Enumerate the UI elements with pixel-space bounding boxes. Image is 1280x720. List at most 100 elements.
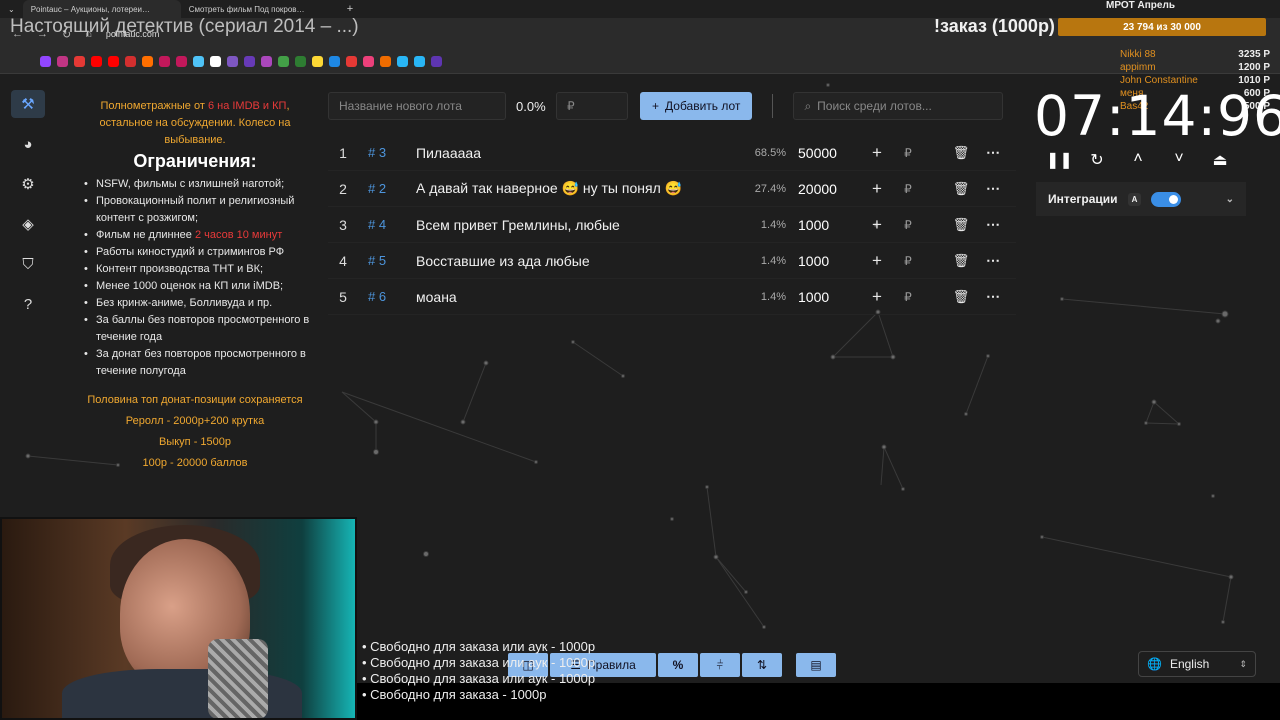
lot-name[interactable]: Пилааааа — [416, 145, 716, 161]
trash-icon[interactable]: 🗑 — [944, 217, 978, 233]
rule-item: Провокационный полит и религиозный конте… — [82, 193, 310, 227]
tab-title: Pointauc – Аукционы, лотереи… — [30, 4, 151, 14]
bookmark-icon[interactable] — [261, 56, 272, 67]
ruble-input-icon[interactable]: ₽ — [890, 290, 926, 304]
twitch-bookmark-icon[interactable] — [40, 56, 51, 67]
bookmark-icon[interactable] — [125, 56, 136, 67]
split-icon[interactable]: ⫩ — [700, 653, 740, 677]
lot-fast-id[interactable]: # 5 — [358, 253, 416, 268]
bookmark-icon[interactable] — [312, 56, 323, 67]
lot-name-input[interactable]: Название нового лота — [328, 92, 506, 120]
lot-name[interactable]: Восставшие из ада любые — [416, 253, 716, 269]
add-amount-icon[interactable]: + — [864, 179, 890, 199]
auction-timer: 07:14:96 — [1034, 84, 1280, 148]
collapse-icon[interactable]: ⏏ — [1210, 150, 1230, 170]
gavel-icon[interactable]: ⚒ — [11, 90, 45, 118]
lot-name[interactable]: А давай так наверное 😅 ну ты понял 😅 — [416, 180, 716, 197]
more-icon[interactable]: ⋯ — [978, 216, 1008, 233]
trash-icon[interactable]: 🗑 — [944, 289, 978, 305]
chevron-down-icon[interactable]: ˅ — [1169, 150, 1189, 170]
free-slots-list: • Свободно для заказа или аук - 1000р • … — [362, 639, 595, 703]
ruble-input-icon[interactable]: ₽ — [890, 218, 926, 232]
help-icon[interactable]: ? — [11, 290, 45, 318]
lot-fast-id[interactable]: # 2 — [358, 181, 416, 196]
lot-amount[interactable]: 1000 — [786, 253, 864, 269]
lot-amount-input[interactable]: ₽ — [556, 92, 628, 120]
sort-icon[interactable]: ⇅ — [742, 653, 782, 677]
bookmark-icon[interactable] — [210, 56, 221, 67]
lot-name[interactable]: моана — [416, 289, 716, 305]
lot-row: 1 # 3 Пилааааа 68.5% 50000 + ₽ 🗑 ⋯ — [328, 135, 1016, 171]
telegram-bookmark-icon[interactable] — [414, 56, 425, 67]
lot-fast-id[interactable]: # 6 — [358, 289, 416, 304]
bookmark-icon[interactable] — [227, 56, 238, 67]
ruble-input-icon[interactable]: ₽ — [890, 254, 926, 268]
integrations-panel[interactable]: Интеграции A ⌄ — [1036, 182, 1246, 216]
tab-title: Смотреть фильм Под покров… — [188, 4, 305, 14]
bookmark-icon[interactable] — [363, 56, 374, 67]
add-amount-icon[interactable]: + — [864, 251, 890, 271]
language-label: English — [1169, 657, 1210, 671]
more-icon[interactable]: ⋯ — [978, 252, 1008, 269]
percent-button[interactable]: % — [658, 653, 698, 677]
wheel-icon[interactable]: ◕ — [11, 130, 45, 158]
new-tab-button[interactable]: + — [339, 3, 361, 15]
trash-icon[interactable]: 🗑 — [944, 253, 978, 269]
bookmark-icon[interactable] — [74, 56, 85, 67]
add-amount-icon[interactable]: + — [864, 287, 890, 307]
lot-amount[interactable]: 1000 — [786, 217, 864, 233]
trash-icon[interactable]: 🗑 — [944, 145, 978, 161]
more-icon[interactable]: ⋯ — [978, 144, 1008, 161]
ruble-input-icon[interactable]: ₽ — [890, 182, 926, 196]
lot-amount[interactable]: 20000 — [786, 181, 864, 197]
add-amount-icon[interactable]: + — [864, 143, 890, 163]
rule-text: Фильм не длиннее — [96, 229, 195, 241]
youtube-bookmark-icon[interactable] — [91, 56, 102, 67]
bookmark-icon[interactable] — [176, 56, 187, 67]
bookmark-icon[interactable] — [142, 56, 153, 67]
lot-amount[interactable]: 50000 — [786, 145, 864, 161]
bookmark-icon[interactable] — [159, 56, 170, 67]
lot-amount[interactable]: 1000 — [786, 289, 864, 305]
search-icon: ⌕ — [804, 98, 812, 113]
ruble-input-icon[interactable]: ₽ — [890, 146, 926, 160]
rules-footer-line: Реролл - 2000р+200 крутка — [125, 415, 265, 427]
bookmark-icon[interactable] — [380, 56, 391, 67]
bookmark-icon[interactable] — [346, 56, 357, 67]
lot-fast-id[interactable]: # 4 — [358, 217, 416, 232]
lot-fast-id[interactable]: # 3 — [358, 145, 416, 160]
bookmark-icon[interactable] — [57, 56, 68, 67]
lot-name[interactable]: Всем привет Гремлины, любые — [416, 217, 716, 233]
timer-controls: ❚❚ ↻ ˄ ˅ ⏏ — [1046, 150, 1230, 170]
chevron-up-icon[interactable]: ˄ — [1128, 150, 1148, 170]
telegram-bookmark-icon[interactable] — [397, 56, 408, 67]
bookmark-icon[interactable] — [193, 56, 204, 67]
youtube-bookmark-icon[interactable] — [108, 56, 119, 67]
more-icon[interactable]: ⋯ — [978, 180, 1008, 197]
lot-search-input[interactable]: ⌕ Поиск среди лотов... — [793, 92, 1004, 120]
bookmark-icon[interactable] — [278, 56, 289, 67]
clear-list-icon[interactable]: ▤ — [796, 653, 836, 677]
tab-list-chevron-icon[interactable]: ⌄ — [0, 5, 23, 14]
rules-list: NSFW, фильмы с излишней наготой; Провока… — [80, 176, 310, 380]
bookmark-icon[interactable] — [329, 56, 340, 67]
lot-index: 1 — [339, 144, 347, 161]
gear-icon[interactable]: ⚙ — [11, 170, 45, 198]
more-icon[interactable]: ⋯ — [978, 288, 1008, 305]
layers-icon[interactable]: ◈ — [11, 210, 45, 238]
trash-icon[interactable]: 🗑 — [944, 181, 978, 197]
rules-footer: Половина топ донат-позиции сохраняется Р… — [80, 390, 310, 474]
bookmark-icon[interactable] — [244, 56, 255, 67]
restart-icon[interactable]: ↻ — [1087, 150, 1107, 170]
add-amount-icon[interactable]: + — [864, 215, 890, 235]
bookmark-icon[interactable] — [431, 56, 442, 67]
mrot-progress-text: 23 794 из 30 000 — [1123, 21, 1201, 33]
search-placeholder: Поиск среди лотов... — [817, 99, 932, 113]
integrations-toggle[interactable] — [1151, 191, 1182, 207]
chevron-down-icon[interactable]: ⌄ — [1226, 194, 1234, 205]
add-lot-button[interactable]: + Добавить лот — [640, 92, 753, 120]
pause-icon[interactable]: ❚❚ — [1046, 150, 1073, 170]
bookmark-icon[interactable] — [295, 56, 306, 67]
shield-icon[interactable]: ⛉ — [11, 250, 45, 278]
language-select[interactable]: 🌐 English ⇕ — [1138, 651, 1256, 677]
